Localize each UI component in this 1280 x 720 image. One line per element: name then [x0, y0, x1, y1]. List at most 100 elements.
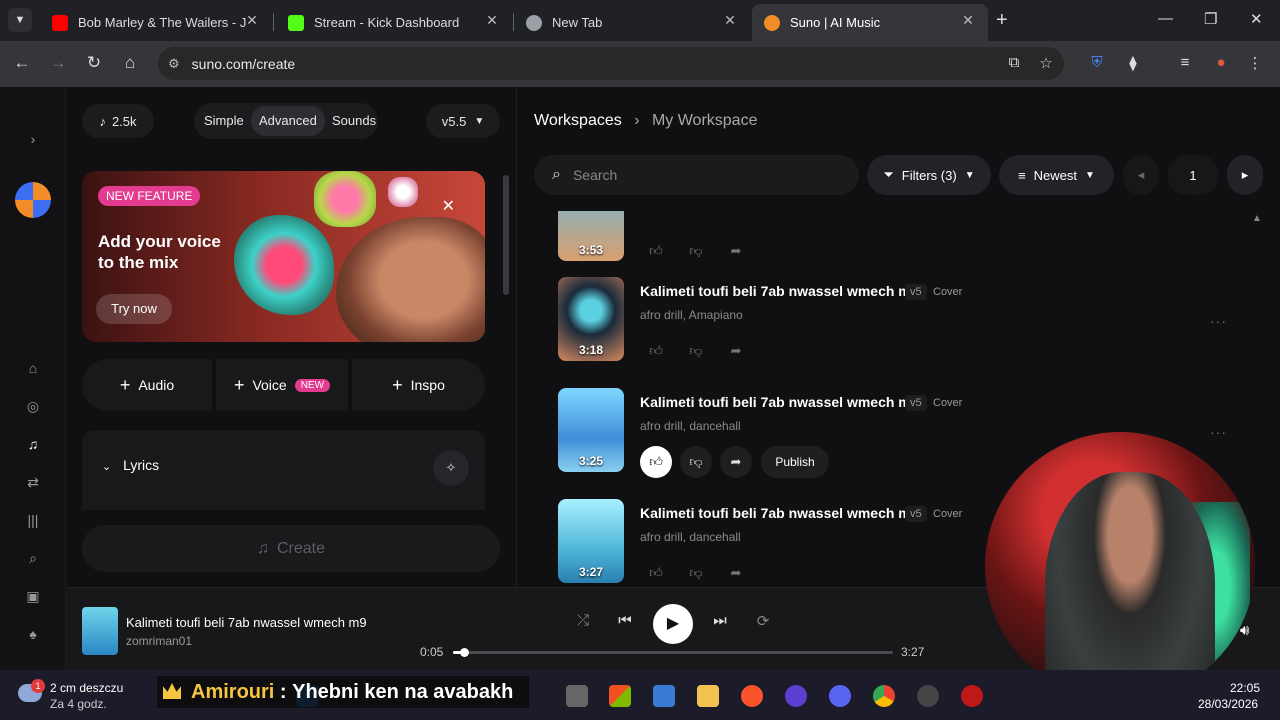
repeat-icon[interactable]: ⟳: [751, 612, 775, 630]
publish-button[interactable]: Publish: [761, 446, 829, 478]
extensions-icon[interactable]: ⧫: [1122, 54, 1144, 72]
like-icon[interactable]: 👍︎: [640, 446, 672, 478]
browser-tab-youtube[interactable]: Bob Marley & The Wailers - Jam ✕: [40, 4, 272, 41]
browser-tab-suno[interactable]: Suno | AI Music ✕: [752, 4, 988, 41]
microsoft-store-icon[interactable]: [609, 685, 631, 707]
bookmark-star-icon[interactable]: ☆: [1035, 54, 1057, 72]
inspo-button[interactable]: + Inspo: [352, 359, 485, 411]
now-playing-artist[interactable]: zomriman01: [126, 634, 192, 648]
page-number[interactable]: 1: [1167, 155, 1219, 195]
library-icon[interactable]: |||: [22, 512, 44, 528]
song-genre[interactable]: afro drill, dancehall: [640, 530, 741, 544]
file-explorer-icon[interactable]: [697, 685, 719, 707]
brave-icon[interactable]: [741, 685, 763, 707]
share-icon[interactable]: ➦: [720, 235, 752, 267]
like-icon[interactable]: 👍︎: [640, 335, 672, 367]
calculator-icon[interactable]: [653, 685, 675, 707]
close-tab-icon[interactable]: ✕: [242, 12, 262, 29]
install-app-icon[interactable]: ⧉: [1003, 54, 1025, 71]
breadcrumb-workspaces[interactable]: Workspaces: [534, 112, 622, 129]
close-tab-icon[interactable]: ✕: [958, 12, 978, 29]
mode-advanced[interactable]: Advanced: [251, 106, 325, 136]
create-button[interactable]: ♫ Create: [82, 525, 500, 572]
app-icon[interactable]: [917, 685, 939, 707]
obs-icon[interactable]: [785, 685, 807, 707]
more-options-icon[interactable]: ···: [1210, 313, 1227, 329]
chrome-icon[interactable]: [873, 685, 895, 707]
close-tab-icon[interactable]: ✕: [482, 12, 502, 29]
share-icon[interactable]: ➦: [720, 446, 752, 478]
voice-button[interactable]: + Voice NEW: [216, 359, 348, 411]
workspace-search[interactable]: ⌕ Search: [534, 155, 859, 195]
search-icon[interactable]: ⌕: [22, 550, 44, 567]
site-info-icon[interactable]: ⚙: [168, 56, 180, 72]
discord-icon[interactable]: [829, 685, 851, 707]
back-icon[interactable]: ←: [11, 53, 33, 73]
minimize-icon[interactable]: —: [1158, 10, 1173, 27]
new-tab-button[interactable]: +: [996, 9, 1008, 32]
app-red-icon[interactable]: [961, 685, 983, 707]
more-options-icon[interactable]: ···: [1210, 424, 1227, 440]
task-view-icon[interactable]: [566, 685, 588, 707]
dislike-icon[interactable]: 👎︎: [680, 235, 712, 267]
next-page-button[interactable]: ▸: [1227, 155, 1263, 195]
dislike-icon[interactable]: 👎︎: [680, 557, 712, 587]
taskbar-date[interactable]: 28/03/2026: [1198, 697, 1258, 711]
dislike-icon[interactable]: 👎︎: [680, 446, 712, 478]
like-icon[interactable]: 👍︎: [640, 235, 672, 267]
browser-tab-kick[interactable]: Stream - Kick Dashboard ✕: [276, 4, 512, 41]
scrollbar-thumb[interactable]: [503, 175, 509, 295]
song-title[interactable]: Kalimeti toufi beli 7ab nwassel wmech m9: [640, 283, 919, 299]
song-row[interactable]: 3:18 Kalimeti toufi beli 7ab nwassel wme…: [558, 277, 1258, 367]
mode-simple[interactable]: Simple: [196, 106, 252, 136]
previous-track-icon[interactable]: ⏮: [613, 612, 637, 629]
song-genre[interactable]: afro drill, dancehall: [640, 419, 741, 433]
song-title[interactable]: Kalimeti toufi beli 7ab nwassel wmech m9: [640, 394, 919, 410]
song-title[interactable]: Kalimeti toufi beli 7ab nwassel wmech m9: [640, 505, 919, 521]
now-playing-cover[interactable]: [82, 607, 118, 655]
expand-nav-icon[interactable]: ›: [22, 131, 44, 147]
home-icon[interactable]: ⌂: [119, 53, 141, 73]
share-icon[interactable]: ➦: [720, 557, 752, 587]
magic-wand-icon[interactable]: ✧: [433, 450, 469, 486]
home-icon[interactable]: ⌂: [22, 360, 44, 376]
forward-icon[interactable]: →: [47, 53, 69, 73]
address-bar[interactable]: ⚙ suno.com/create: [158, 47, 1064, 80]
create-scrollbar[interactable]: [502, 157, 510, 507]
shuffle-icon[interactable]: ⤮: [571, 612, 595, 629]
dislike-icon[interactable]: 👎︎: [680, 335, 712, 367]
explore-icon[interactable]: ◎: [22, 398, 44, 415]
close-banner-icon[interactable]: ✕: [442, 196, 455, 216]
credits-button[interactable]: ♪ 2.5k: [82, 104, 154, 138]
play-button[interactable]: ▶: [653, 604, 693, 644]
song-row[interactable]: 3:53 👍︎ 👎︎ ➦: [558, 211, 1258, 267]
song-genre[interactable]: afro drill, Amapiano: [640, 308, 743, 322]
lyrics-toggle[interactable]: ⌄ Lyrics: [102, 457, 159, 473]
share-icon[interactable]: ➦: [720, 335, 752, 367]
suno-logo[interactable]: [15, 182, 51, 218]
browser-tab-newtab[interactable]: New Tab ✕: [514, 4, 750, 41]
restore-icon[interactable]: ❐: [1204, 10, 1217, 28]
notifications-icon[interactable]: ♠: [22, 626, 44, 642]
new-feature-banner[interactable]: NEW FEATURE Add your voice to the mix Tr…: [82, 171, 485, 342]
inbox-icon[interactable]: ▣: [22, 588, 44, 605]
filters-button[interactable]: ⏷ Filters (3) ▼: [867, 155, 991, 195]
try-now-button[interactable]: Try now: [96, 294, 172, 324]
now-playing-title[interactable]: Kalimeti toufi beli 7ab nwassel wmech m9: [126, 615, 367, 630]
reload-icon[interactable]: ↻: [83, 53, 105, 73]
mode-sounds[interactable]: Sounds: [324, 106, 384, 136]
media-control-icon[interactable]: ≡: [1174, 54, 1196, 71]
extension-shield-icon[interactable]: ⛨: [1086, 54, 1108, 71]
progress-bar[interactable]: [453, 648, 893, 657]
sort-button[interactable]: ≡ Newest ▼: [999, 155, 1114, 195]
taskbar-time[interactable]: 22:05: [1230, 681, 1260, 695]
close-tab-icon[interactable]: ✕: [720, 12, 740, 29]
create-nav-icon[interactable]: ♫: [22, 436, 44, 452]
next-track-icon[interactable]: ⏭: [708, 612, 732, 629]
scroll-up-icon[interactable]: ▲: [1252, 213, 1262, 224]
prev-page-button[interactable]: ◂: [1123, 155, 1159, 195]
tab-search-button[interactable]: ▼: [8, 8, 32, 32]
audio-button[interactable]: + Audio: [82, 359, 212, 411]
version-select[interactable]: v5.5 ▼: [426, 104, 500, 138]
profile-avatar[interactable]: ●: [1210, 54, 1232, 71]
